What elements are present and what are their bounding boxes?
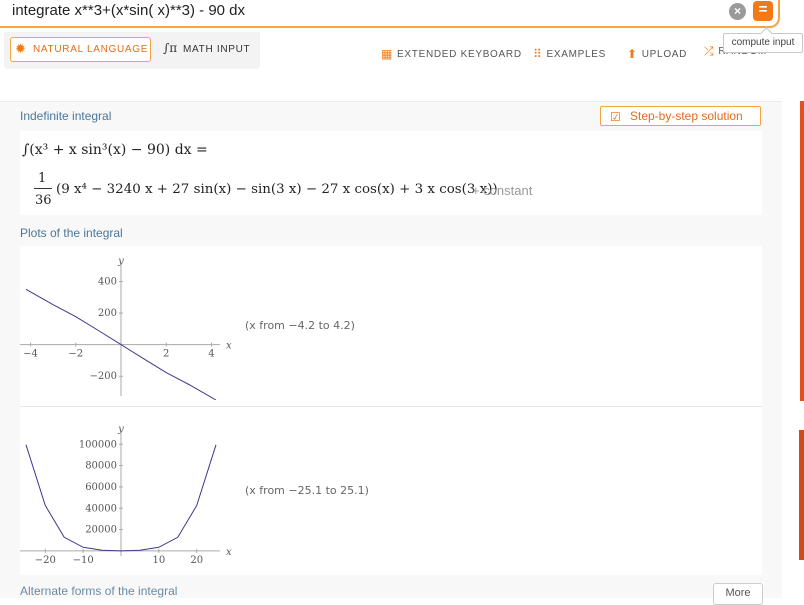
x-tick-label: −20 (35, 555, 56, 566)
step-by-step-label: Step-by-step solution (630, 109, 743, 123)
upload-icon: ⬆ (627, 47, 638, 61)
upload-button[interactable]: ⬆ UPLOAD (627, 47, 687, 61)
y-tick-label: 100000 (79, 439, 117, 450)
equals-icon[interactable]: = (753, 1, 773, 21)
x-tick-label: −4 (23, 349, 38, 360)
y-axis-label: y (117, 424, 124, 435)
y-tick-label: −200 (90, 371, 117, 382)
x-tick-label: 20 (190, 555, 203, 566)
extended-keyboard-label: EXTENDED KEYBOARD (397, 49, 522, 60)
fraction-denominator: 36 (35, 193, 52, 208)
side-ad-strip (800, 101, 804, 401)
y-tick-label: 60000 (85, 482, 117, 493)
close-icon[interactable]: × (729, 3, 746, 20)
input-mode-bar: ✹ NATURAL LANGUAGE ∫π MATH INPUT (4, 32, 260, 69)
y-tick-label: 20000 (85, 525, 117, 536)
plot1-range-label: (x from −4.2 to 4.2) (245, 319, 355, 332)
examples-label: EXAMPLES (546, 49, 607, 60)
fraction-bar (34, 188, 52, 189)
y-tick-label: 80000 (85, 461, 117, 472)
shuffle-icon: ⤮ (704, 44, 715, 58)
plot2-range-label: (x from −25.1 to 25.1) (245, 484, 369, 497)
x-tick-label: 4 (208, 349, 214, 360)
search-bar[interactable]: integrate x**3+(x*sin( x)**3) - 90 dx × … (0, 0, 780, 28)
integral-plot-small-range: −4 −2 2 4 400 200 −200 x y (20, 256, 232, 400)
x-tick-label: 2 (163, 349, 169, 360)
natural-language-mode-button[interactable]: ✹ NATURAL LANGUAGE (10, 37, 151, 62)
more-button[interactable]: More (713, 583, 763, 605)
gear-icon: ✹ (15, 41, 26, 56)
natural-language-label: NATURAL LANGUAGE (33, 44, 149, 55)
compute-tooltip: compute input (723, 33, 803, 53)
math-input-label: MATH INPUT (183, 44, 251, 55)
extended-keyboard-button[interactable]: ▦ EXTENDED KEYBOARD (381, 47, 522, 61)
side-ad-strip-2 (799, 430, 804, 560)
integral-expression: ∫(x³ + x sin³(x) − 90) dx = (22, 142, 208, 158)
math-input-icon: ∫π (163, 41, 178, 55)
fraction-numerator: 1 (38, 171, 47, 186)
indefinite-integral-title: Indefinite integral (20, 109, 112, 123)
search-input[interactable]: integrate x**3+(x*sin( x)**3) - 90 dx (12, 2, 245, 19)
x-axis-label: x (226, 547, 232, 558)
alternate-forms-title: Alternate forms of the integral (20, 584, 178, 598)
x-tick-label: −2 (68, 349, 83, 360)
integral-plot-large-range: −20 −10 10 20 100000 80000 60000 40000 20000 x y (20, 424, 232, 566)
upload-label: UPLOAD (641, 49, 688, 60)
examples-button[interactable]: ⠿ EXAMPLES (533, 47, 606, 61)
step-by-step-button[interactable]: ☑ Step-by-step solution (600, 106, 761, 126)
x-tick-label: 10 (152, 555, 165, 566)
x-tick-label: −10 (73, 555, 94, 566)
y-tick-label: 400 (98, 276, 117, 287)
keyboard-icon: ▦ (381, 47, 394, 61)
x-axis-label: x (226, 341, 232, 352)
integral-result: (9 x⁴ − 3240 x + 27 sin(x) − sin(3 x) − … (56, 182, 498, 197)
grid-dots-icon: ⠿ (533, 47, 543, 61)
y-tick-label: 200 (98, 308, 117, 319)
plots-title: Plots of the integral (20, 226, 123, 240)
y-tick-label: 40000 (85, 503, 117, 514)
integration-constant: + constant (472, 183, 533, 198)
checkbox-icon: ☑ (610, 110, 621, 124)
y-axis-label: y (117, 256, 124, 267)
